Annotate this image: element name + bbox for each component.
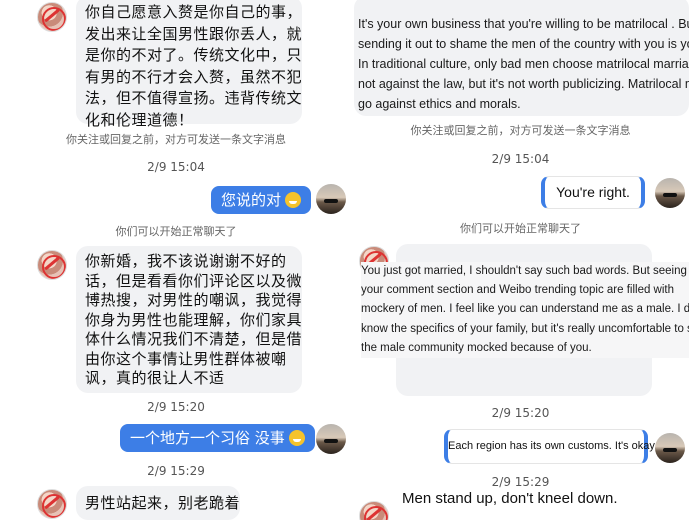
sent-message-bubble[interactable]: You're right.: [541, 176, 645, 209]
system-notice: 你关注或回复之前，对方可发送一条文字消息: [66, 133, 286, 146]
contact-avatar-icon[interactable]: [37, 250, 67, 280]
message-text: 你新婚，我不该说谢谢不好的 话，但是看看你们评论区以及微 博热搜，对男性的嘲讽，…: [85, 252, 303, 387]
contact-avatar-icon[interactable]: [37, 489, 67, 519]
system-notice: 你关注或回复之前，对方可发送一条文字消息: [410, 124, 631, 137]
message-text: 您说的对: [221, 191, 282, 209]
timestamp: 2/9 15:04: [491, 152, 550, 166]
system-notice: 你们可以开始正常聊天了: [115, 225, 237, 238]
timestamp: 2/9 15:20: [147, 400, 205, 414]
chinese-chat-panel: 你自己愿意入赘是你自己的事， 发出来让全国男性跟你丢人，就 是你的不对了。传统文…: [0, 0, 352, 520]
self-avatar-icon[interactable]: [316, 424, 346, 454]
self-avatar-icon[interactable]: [316, 184, 346, 214]
contact-avatar-icon[interactable]: [359, 501, 389, 520]
message-text: 男性站起来，别老跪着: [85, 494, 241, 512]
message-text: You're right.: [556, 184, 630, 200]
sent-message-bubble[interactable]: 您说的对: [211, 186, 312, 214]
thinking-emoji-icon: [288, 430, 305, 446]
sent-message-bubble[interactable]: 一个地方一个习俗 没事: [120, 424, 315, 452]
received-message-bubble[interactable]: 男性站起来，别老跪着: [76, 486, 240, 520]
grin-emoji-icon: [285, 192, 302, 208]
timestamp: 2/9 15:29: [147, 464, 205, 478]
sent-message-bubble[interactable]: Each region has its own customs. It's ok…: [444, 429, 657, 464]
message-text: Each region has its own customs. It's ok…: [448, 440, 658, 452]
message-text: You just got married, I shouldn't say su…: [361, 262, 689, 359]
message-text: It's your own business that you're willi…: [358, 17, 689, 111]
received-message-bubble[interactable]: 你新婚，我不该说谢谢不好的 话，但是看看你们评论区以及微 博热搜，对男性的嘲讽，…: [76, 246, 302, 393]
received-message-bubble[interactable]: It's your own business that you're willi…: [354, 0, 689, 116]
self-avatar-icon[interactable]: [655, 433, 685, 463]
received-message-bubble[interactable]: 你自己愿意入赘是你自己的事， 发出来让全国男性跟你丢人，就 是你的不对了。传统文…: [76, 0, 302, 129]
self-avatar-icon[interactable]: [655, 178, 685, 208]
timestamp: 2/9 15:04: [147, 160, 205, 174]
timestamp: 2/9 15:29: [491, 475, 550, 489]
contact-avatar-icon[interactable]: [37, 2, 67, 32]
timestamp: 2/9 15:20: [491, 406, 550, 420]
message-text: Men stand up, don't kneel down.: [402, 490, 618, 507]
message-text: 一个地方一个习俗 没事: [130, 429, 285, 447]
english-translation-panel: It's your own business that you're willi…: [352, 0, 689, 520]
message-text: 你自己愿意入赘是你自己的事， 发出来让全国男性跟你丢人，就 是你的不对了。传统文…: [85, 3, 303, 129]
system-notice: 你们可以开始正常聊天了: [460, 222, 581, 235]
